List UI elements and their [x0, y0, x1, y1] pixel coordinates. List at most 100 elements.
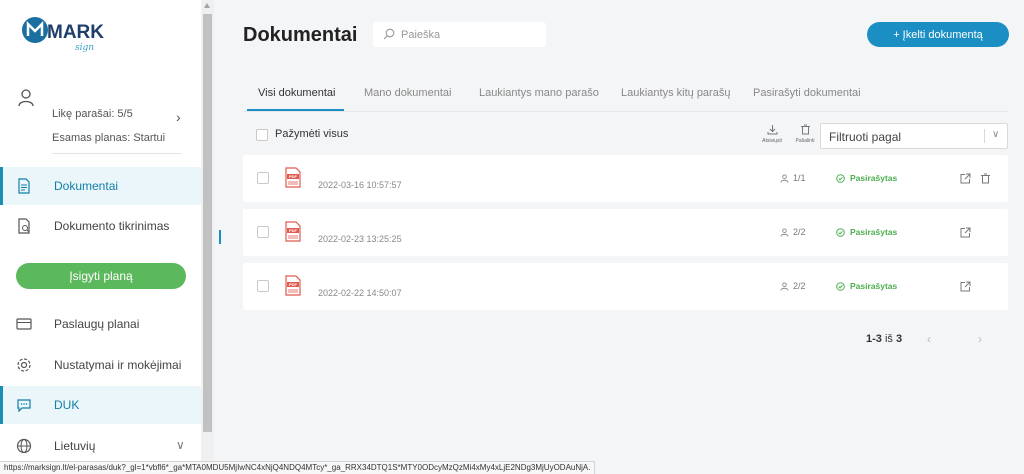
- chat-icon: [17, 399, 31, 413]
- gear-icon: [17, 358, 31, 372]
- person-icon: [780, 227, 789, 237]
- user-icon: [18, 89, 34, 107]
- share-icon[interactable]: [960, 227, 971, 238]
- share-icon[interactable]: [960, 173, 971, 184]
- signers-value: 1/1: [793, 173, 806, 183]
- document-icon: [18, 178, 30, 194]
- row-checkbox[interactable]: [257, 280, 269, 292]
- status-text: Pasirašytas: [850, 281, 898, 291]
- chevron-down-icon[interactable]: ∨: [176, 438, 185, 452]
- search-input[interactable]: [401, 26, 539, 43]
- signers-count: 2/2: [780, 281, 806, 291]
- check-circle-icon: [836, 173, 845, 183]
- trash-icon[interactable]: [980, 173, 991, 184]
- delete-label: Pašalinti: [795, 138, 815, 144]
- pagination-total: 3: [895, 333, 903, 345]
- status-text: Pasirašytas: [850, 173, 898, 183]
- filter-placeholder: Filtruoti pagal: [829, 130, 902, 144]
- sidebar-scrollbar[interactable]: [201, 0, 214, 474]
- sidebar-item-label: DUK: [54, 398, 80, 412]
- language-selector[interactable]: Lietuvių: [0, 427, 201, 465]
- chevron-right-icon[interactable]: ›: [176, 109, 181, 125]
- sidebar: MARK sign Likę parašai: 5/5 › Esamas pla…: [0, 0, 201, 474]
- signers-value: 2/2: [793, 227, 806, 237]
- delete-selected-button[interactable]: Pašalinti: [790, 124, 820, 144]
- select-all-label[interactable]: Pažymėti visus: [275, 128, 348, 140]
- marksign-logo[interactable]: MARK sign: [20, 12, 110, 52]
- pdf-icon: PDF: [285, 275, 301, 296]
- search-icon: [383, 28, 395, 40]
- pagination-of: iš: [884, 333, 893, 345]
- document-row[interactable]: PDF 2022-02-23 13:25:25 2/2 Pasirašytas: [243, 209, 1008, 256]
- check-circle-icon: [836, 227, 845, 237]
- trash-icon: [800, 124, 810, 135]
- sidebar-item-label: Lietuvių: [54, 439, 96, 453]
- pagination-range: 1-3: [866, 333, 882, 345]
- document-row[interactable]: PDF 2022-03-16 10:57:57 1/1 Pasirašytas: [243, 155, 1008, 202]
- document-date: 2022-02-22 14:50:07: [318, 288, 402, 298]
- document-row[interactable]: PDF 2022-02-22 14:50:07 2/2 Pasirašytas: [243, 263, 1008, 310]
- logo-sub: sign: [75, 43, 94, 52]
- download-label: Atsisiųsti: [762, 138, 782, 144]
- download-icon: [767, 125, 777, 135]
- signers-value: 2/2: [793, 281, 806, 291]
- user-summary[interactable]: Likę parašai: 5/5 › Esamas planas: Start…: [0, 80, 201, 155]
- chevron-right-icon[interactable]: ›: [978, 332, 982, 346]
- person-icon: [780, 281, 789, 291]
- buy-plan-button[interactable]: Įsigyti planą: [16, 263, 186, 289]
- row-checkbox[interactable]: [257, 172, 269, 184]
- row-checkbox[interactable]: [257, 226, 269, 238]
- share-icon[interactable]: [960, 281, 971, 292]
- page-title: Dokumentai: [243, 24, 358, 46]
- filter-select[interactable]: Filtruoti pagal ∨: [820, 123, 1008, 149]
- sidebar-item-settings[interactable]: Nustatymai ir mokėjimai: [0, 346, 201, 384]
- browser-status-url: https://marksign.lt/el-parasas/duk?_gl=1…: [0, 461, 596, 474]
- select-separator: [984, 129, 985, 143]
- status-badge: Pasirašytas: [836, 227, 897, 237]
- logo-text: MARK: [47, 22, 104, 43]
- sidebar-collapse-handle[interactable]: [219, 230, 221, 244]
- tab-awaiting-others[interactable]: Laukiantys kitų parašų: [621, 87, 730, 99]
- select-all-checkbox[interactable]: [256, 129, 268, 141]
- sidebar-item-document-verification[interactable]: Dokumento tikrinimas: [0, 207, 201, 245]
- search-box[interactable]: [373, 22, 546, 47]
- svg-text:PDF: PDF: [289, 282, 298, 287]
- sidebar-item-faq[interactable]: DUK: [0, 386, 201, 424]
- tab-my-documents[interactable]: Mano dokumentai: [364, 87, 451, 99]
- pagination-summary: 1-3 iš 3: [866, 333, 902, 345]
- tab-all-documents[interactable]: Visi dokumentai: [258, 87, 335, 99]
- signers-count: 2/2: [780, 227, 806, 237]
- globe-icon: [16, 438, 32, 454]
- tab-signed-documents[interactable]: Pasirašyti dokumentai: [753, 87, 861, 99]
- status-badge: Pasirašytas: [836, 173, 897, 183]
- sidebar-item-label: Dokumento tikrinimas: [54, 219, 170, 233]
- scroll-up-icon[interactable]: [204, 3, 210, 8]
- chevron-left-icon[interactable]: ‹: [927, 332, 931, 346]
- tabs-divider: [243, 111, 1008, 112]
- scrollbar-thumb[interactable]: [203, 14, 212, 432]
- chevron-down-icon[interactable]: ∨: [992, 129, 999, 140]
- sidebar-item-service-plans[interactable]: Paslaugų planai: [0, 305, 201, 343]
- tab-awaiting-my-signature[interactable]: Laukiantys mano parašo: [479, 87, 599, 99]
- upload-document-button[interactable]: + Įkelti dokumentą: [867, 22, 1009, 47]
- signatures-left: Likę parašai: 5/5: [52, 108, 133, 120]
- sidebar-item-label: Paslaugų planai: [54, 317, 140, 331]
- check-circle-icon: [836, 281, 845, 291]
- active-tab-indicator: [247, 109, 344, 111]
- pdf-icon: PDF: [285, 167, 301, 188]
- document-check-icon: [18, 218, 30, 234]
- status-badge: Pasirašytas: [836, 281, 897, 291]
- card-icon: [16, 318, 32, 330]
- pdf-icon: PDF: [285, 221, 301, 242]
- signers-count: 1/1: [780, 173, 806, 183]
- person-icon: [780, 173, 789, 183]
- current-plan: Esamas planas: Startui: [52, 132, 166, 144]
- document-date: 2022-02-23 13:25:25: [318, 234, 402, 244]
- download-button[interactable]: Atsisiųsti: [757, 124, 787, 144]
- divider: [52, 153, 182, 154]
- sidebar-item-label: Nustatymai ir mokėjimai: [54, 358, 182, 372]
- sidebar-item-documents[interactable]: Dokumentai: [0, 167, 201, 205]
- document-date: 2022-03-16 10:57:57: [318, 180, 402, 190]
- status-text: Pasirašytas: [850, 227, 898, 237]
- svg-text:PDF: PDF: [289, 174, 298, 179]
